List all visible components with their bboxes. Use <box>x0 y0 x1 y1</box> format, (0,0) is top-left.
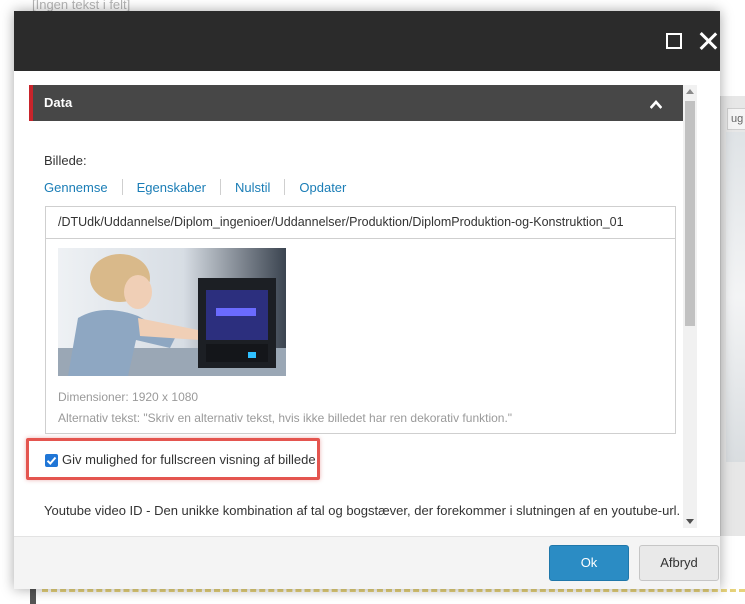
background-right-image <box>726 132 745 462</box>
update-link[interactable]: Opdater <box>299 180 346 195</box>
dialog-body: Data Billede: Gennemse Egenskaber Nulsti… <box>14 71 720 536</box>
dialog-scrollbar[interactable] <box>683 85 697 528</box>
properties-link[interactable]: Egenskaber <box>137 180 206 195</box>
browse-link[interactable]: Gennemse <box>44 180 108 195</box>
background-dashed-border <box>42 589 745 601</box>
image-thumbnail[interactable] <box>58 248 286 376</box>
cancel-button[interactable]: Afbryd <box>639 545 719 581</box>
image-action-links: Gennemse Egenskaber Nulstil Opdater <box>44 179 346 195</box>
reset-link[interactable]: Nulstil <box>235 180 270 195</box>
background-right-tab: ug <box>727 108 745 130</box>
dialog-titlebar <box>14 11 720 71</box>
image-alt-text: Alternativ tekst: "Skriv en alternativ t… <box>58 411 513 425</box>
section-header-data[interactable]: Data <box>29 85 684 121</box>
scroll-thumb[interactable] <box>685 101 695 326</box>
close-icon[interactable] <box>698 31 718 51</box>
fullscreen-checkbox[interactable] <box>45 454 58 467</box>
link-divider <box>121 179 123 195</box>
image-dimensions: Dimensioner: 1920 x 1080 <box>58 390 199 404</box>
image-properties-dialog: Data Billede: Gennemse Egenskaber Nulsti… <box>14 11 720 589</box>
link-divider <box>219 179 221 195</box>
dialog-footer: Ok Afbryd <box>14 536 720 589</box>
scroll-up-arrow-icon[interactable] <box>686 89 694 94</box>
chevron-up-icon[interactable] <box>650 98 662 110</box>
link-divider <box>284 179 286 195</box>
image-preview-box: Dimensioner: 1920 x 1080 Alternativ teks… <box>45 238 676 434</box>
section-title: Data <box>44 95 73 110</box>
scroll-down-arrow-icon[interactable] <box>686 519 694 524</box>
checkmark-icon <box>46 456 57 465</box>
ok-button[interactable]: Ok <box>549 545 629 581</box>
image-path-field[interactable]: /DTUdk/Uddannelse/Diplom_ingenioer/Uddan… <box>45 206 676 239</box>
image-field-label: Billede: <box>44 153 87 168</box>
youtube-field-label: Youtube video ID - Den unikke kombinatio… <box>44 503 681 518</box>
maximize-icon[interactable] <box>666 33 682 49</box>
fullscreen-checkbox-label[interactable]: Giv mulighed for fullscreen visning af b… <box>62 452 316 467</box>
